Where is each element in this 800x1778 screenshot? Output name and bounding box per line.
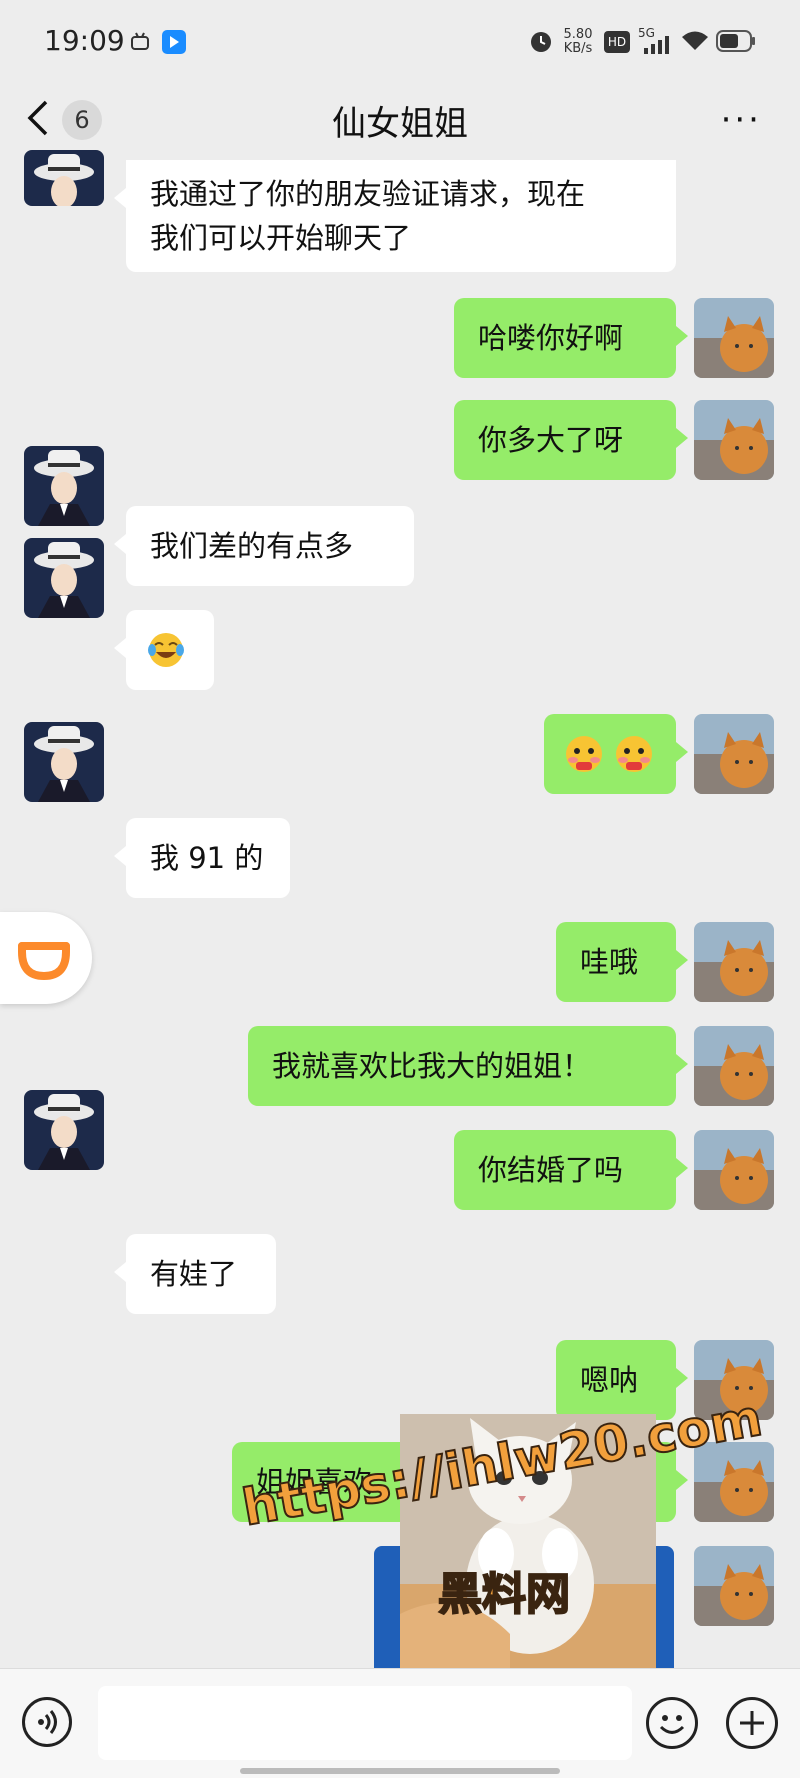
message-text: 哈喽你好啊 — [478, 321, 624, 355]
contact-avatar[interactable] — [24, 150, 104, 206]
voice-icon — [38, 1710, 57, 1734]
app-notification-icon — [162, 30, 186, 54]
watermark-url: https://ihlw20.com — [237, 1388, 767, 1538]
voice-input-button[interactable] — [22, 1697, 72, 1747]
alarm-icon — [531, 32, 551, 52]
more-options-button[interactable]: ··· — [721, 100, 762, 140]
message-bubble-right[interactable] — [544, 714, 688, 794]
didi-logo-icon — [18, 942, 70, 981]
status-time: 19:09 — [44, 24, 125, 57]
cat-avatar-icon — [694, 1130, 774, 1210]
message-bubble-right[interactable]: 你多大了呀 — [454, 400, 688, 480]
emoji-button[interactable] — [646, 1697, 698, 1749]
man-in-hat-avatar-icon — [24, 150, 104, 206]
message-text: 我就喜欢比我大的姐姐！ — [272, 1049, 592, 1083]
more-actions-button[interactable] — [726, 1697, 778, 1749]
message-bubble-right[interactable]: 你结婚了吗 — [454, 1130, 688, 1210]
signal-icon — [644, 36, 669, 54]
message-text: 我们差的有点多 — [150, 529, 354, 563]
my-avatar[interactable] — [694, 298, 774, 378]
message-text: 哇哦 — [580, 945, 639, 979]
net-speed: 5.80 KB/s — [560, 28, 596, 56]
message-text: 嗯呐 — [580, 1363, 639, 1397]
man-in-hat-avatar-icon — [24, 1090, 104, 1170]
cat-avatar-icon — [694, 714, 774, 794]
contact-avatar[interactable] — [24, 722, 104, 802]
my-avatar[interactable] — [694, 1026, 774, 1106]
message-bubble-left[interactable] — [114, 610, 214, 690]
home-indicator[interactable] — [240, 1768, 560, 1774]
message-text: 我 91 的 — [150, 841, 264, 875]
contact-avatar[interactable] — [24, 538, 104, 618]
cat-avatar-icon — [694, 1026, 774, 1106]
net-speed-unit: KB/s — [563, 41, 593, 56]
site-watermark: https://ihlw20.com 黑料网 — [237, 1388, 767, 1670]
message-text: 我通过了你的朋友验证请求，现在 我们可以开始聊天了 — [150, 177, 586, 255]
message-input[interactable] — [98, 1686, 632, 1760]
blush-emoji-pair-icon — [566, 736, 652, 772]
my-avatar[interactable] — [694, 922, 774, 1002]
man-in-hat-avatar-icon — [24, 446, 104, 526]
watermark-name: 黑料网 — [437, 1568, 571, 1621]
net-speed-value: 5.80 — [563, 27, 593, 42]
contact-avatar[interactable] — [24, 1090, 104, 1170]
message-bubble-left[interactable]: 有娃了 — [114, 1234, 276, 1314]
battery-icon — [716, 30, 755, 52]
contact-avatar[interactable] — [24, 446, 104, 526]
plus-icon — [740, 1711, 764, 1735]
chat-title: 仙女姐姐 — [332, 104, 468, 144]
message-text: 有娃了 — [150, 1257, 238, 1291]
cat-avatar-icon — [694, 400, 774, 480]
message-bubble-right[interactable]: 哇哦 — [556, 922, 688, 1002]
man-in-hat-avatar-icon — [24, 538, 104, 618]
status-bar: 19:09 5.80 KB/s HD 5G — [0, 0, 800, 86]
message-bubble-right[interactable]: 哈喽你好啊 — [454, 298, 688, 378]
message-bubble-left[interactable]: 我 91 的 — [114, 818, 290, 898]
didi-floating-shortcut[interactable] — [0, 912, 92, 1004]
wifi-icon — [682, 31, 708, 50]
cat-avatar-icon — [694, 922, 774, 1002]
man-in-hat-avatar-icon — [24, 722, 104, 802]
smiley-icon — [659, 1715, 685, 1734]
message-bubble-left[interactable]: 我们差的有点多 — [114, 506, 414, 586]
my-avatar[interactable] — [694, 714, 774, 794]
cat-avatar-icon — [694, 298, 774, 378]
my-avatar[interactable] — [694, 400, 774, 480]
crying-laughing-emoji-icon — [148, 633, 184, 667]
message-text: 你结婚了吗 — [478, 1153, 624, 1187]
bilibili-icon — [131, 32, 149, 50]
hd-badge: HD — [604, 31, 630, 53]
message-bubble-right[interactable]: 我就喜欢比我大的姐姐！ — [248, 1026, 688, 1106]
message-bubble-left[interactable]: 我通过了你的朋友验证请求，现在 我们可以开始聊天了 — [114, 160, 676, 272]
my-avatar[interactable] — [694, 1130, 774, 1210]
message-text: 你多大了呀 — [478, 423, 624, 457]
